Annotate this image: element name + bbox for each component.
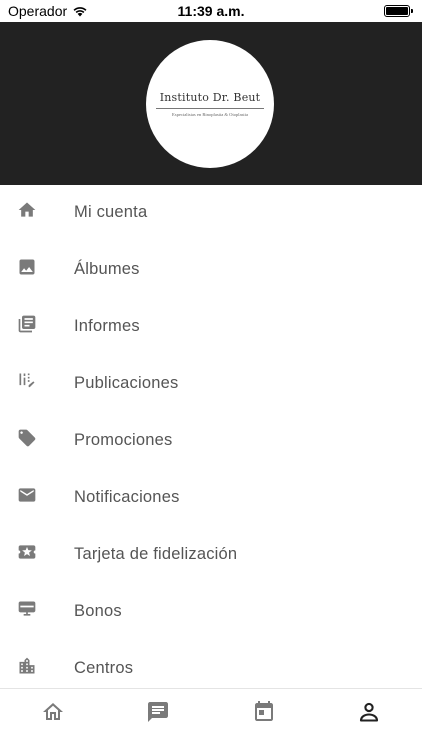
menu-item-label: Publicaciones <box>74 373 179 392</box>
tab-calendar[interactable] <box>251 699 277 725</box>
menu-item-bonos[interactable]: Bonos <box>0 584 422 641</box>
chat-icon <box>148 702 168 722</box>
menu-item-tarjeta-fidelizacion[interactable]: Tarjeta de fidelización <box>0 527 422 584</box>
tag-icon <box>17 428 37 448</box>
menu-item-notificaciones[interactable]: Notificaciones <box>0 470 422 527</box>
image-icon <box>17 257 37 277</box>
menu-item-label: Informes <box>74 316 140 335</box>
menu-item-informes[interactable]: Informes <box>0 299 422 356</box>
status-bar: Operador 11:39 a.m. <box>0 0 422 22</box>
menu-item-label: Notificaciones <box>74 487 180 506</box>
building-icon <box>17 656 37 676</box>
battery-icon <box>384 5 413 17</box>
library-books-icon <box>17 314 37 334</box>
menu-item-mi-cuenta[interactable]: Mi cuenta <box>0 185 422 242</box>
logo-divider <box>156 108 264 109</box>
loyalty-card-icon <box>17 542 37 562</box>
tab-profile[interactable] <box>356 699 382 725</box>
menu-item-promociones[interactable]: Promociones <box>0 413 422 470</box>
logo-title: Instituto Dr. Beut <box>159 91 261 104</box>
person-icon <box>359 702 379 722</box>
status-time: 11:39 a.m. <box>177 3 245 19</box>
menu-item-label: Promociones <box>74 430 173 449</box>
menu-item-label: Bonos <box>74 601 122 620</box>
side-menu: Mi cuenta Álbumes Informes Publicaciones… <box>0 185 422 688</box>
mail-icon <box>17 485 37 505</box>
home-icon <box>17 200 37 220</box>
bottom-tab-bar <box>0 688 422 750</box>
menu-item-label: Centros <box>74 658 134 677</box>
tab-home[interactable] <box>40 699 66 725</box>
home-outline-icon <box>43 703 63 720</box>
calendar-icon <box>255 701 273 721</box>
menu-item-label: Mi cuenta <box>74 202 148 221</box>
menu-item-albumes[interactable]: Álbumes <box>0 242 422 299</box>
edit-list-icon <box>17 371 37 391</box>
institute-logo: Instituto Dr. Beut Especialistas en Rino… <box>146 40 274 168</box>
menu-item-publicaciones[interactable]: Publicaciones <box>0 356 422 413</box>
menu-item-centros[interactable]: Centros <box>0 641 422 688</box>
voucher-icon <box>17 599 37 619</box>
menu-item-label: Álbumes <box>74 259 140 278</box>
profile-header: Instituto Dr. Beut Especialistas en Rino… <box>0 22 422 185</box>
tab-messages[interactable] <box>145 699 171 725</box>
logo-subtitle: Especialistas en Rinoplastia & Otoplasti… <box>171 112 249 117</box>
menu-item-label: Tarjeta de fidelización <box>74 544 238 563</box>
